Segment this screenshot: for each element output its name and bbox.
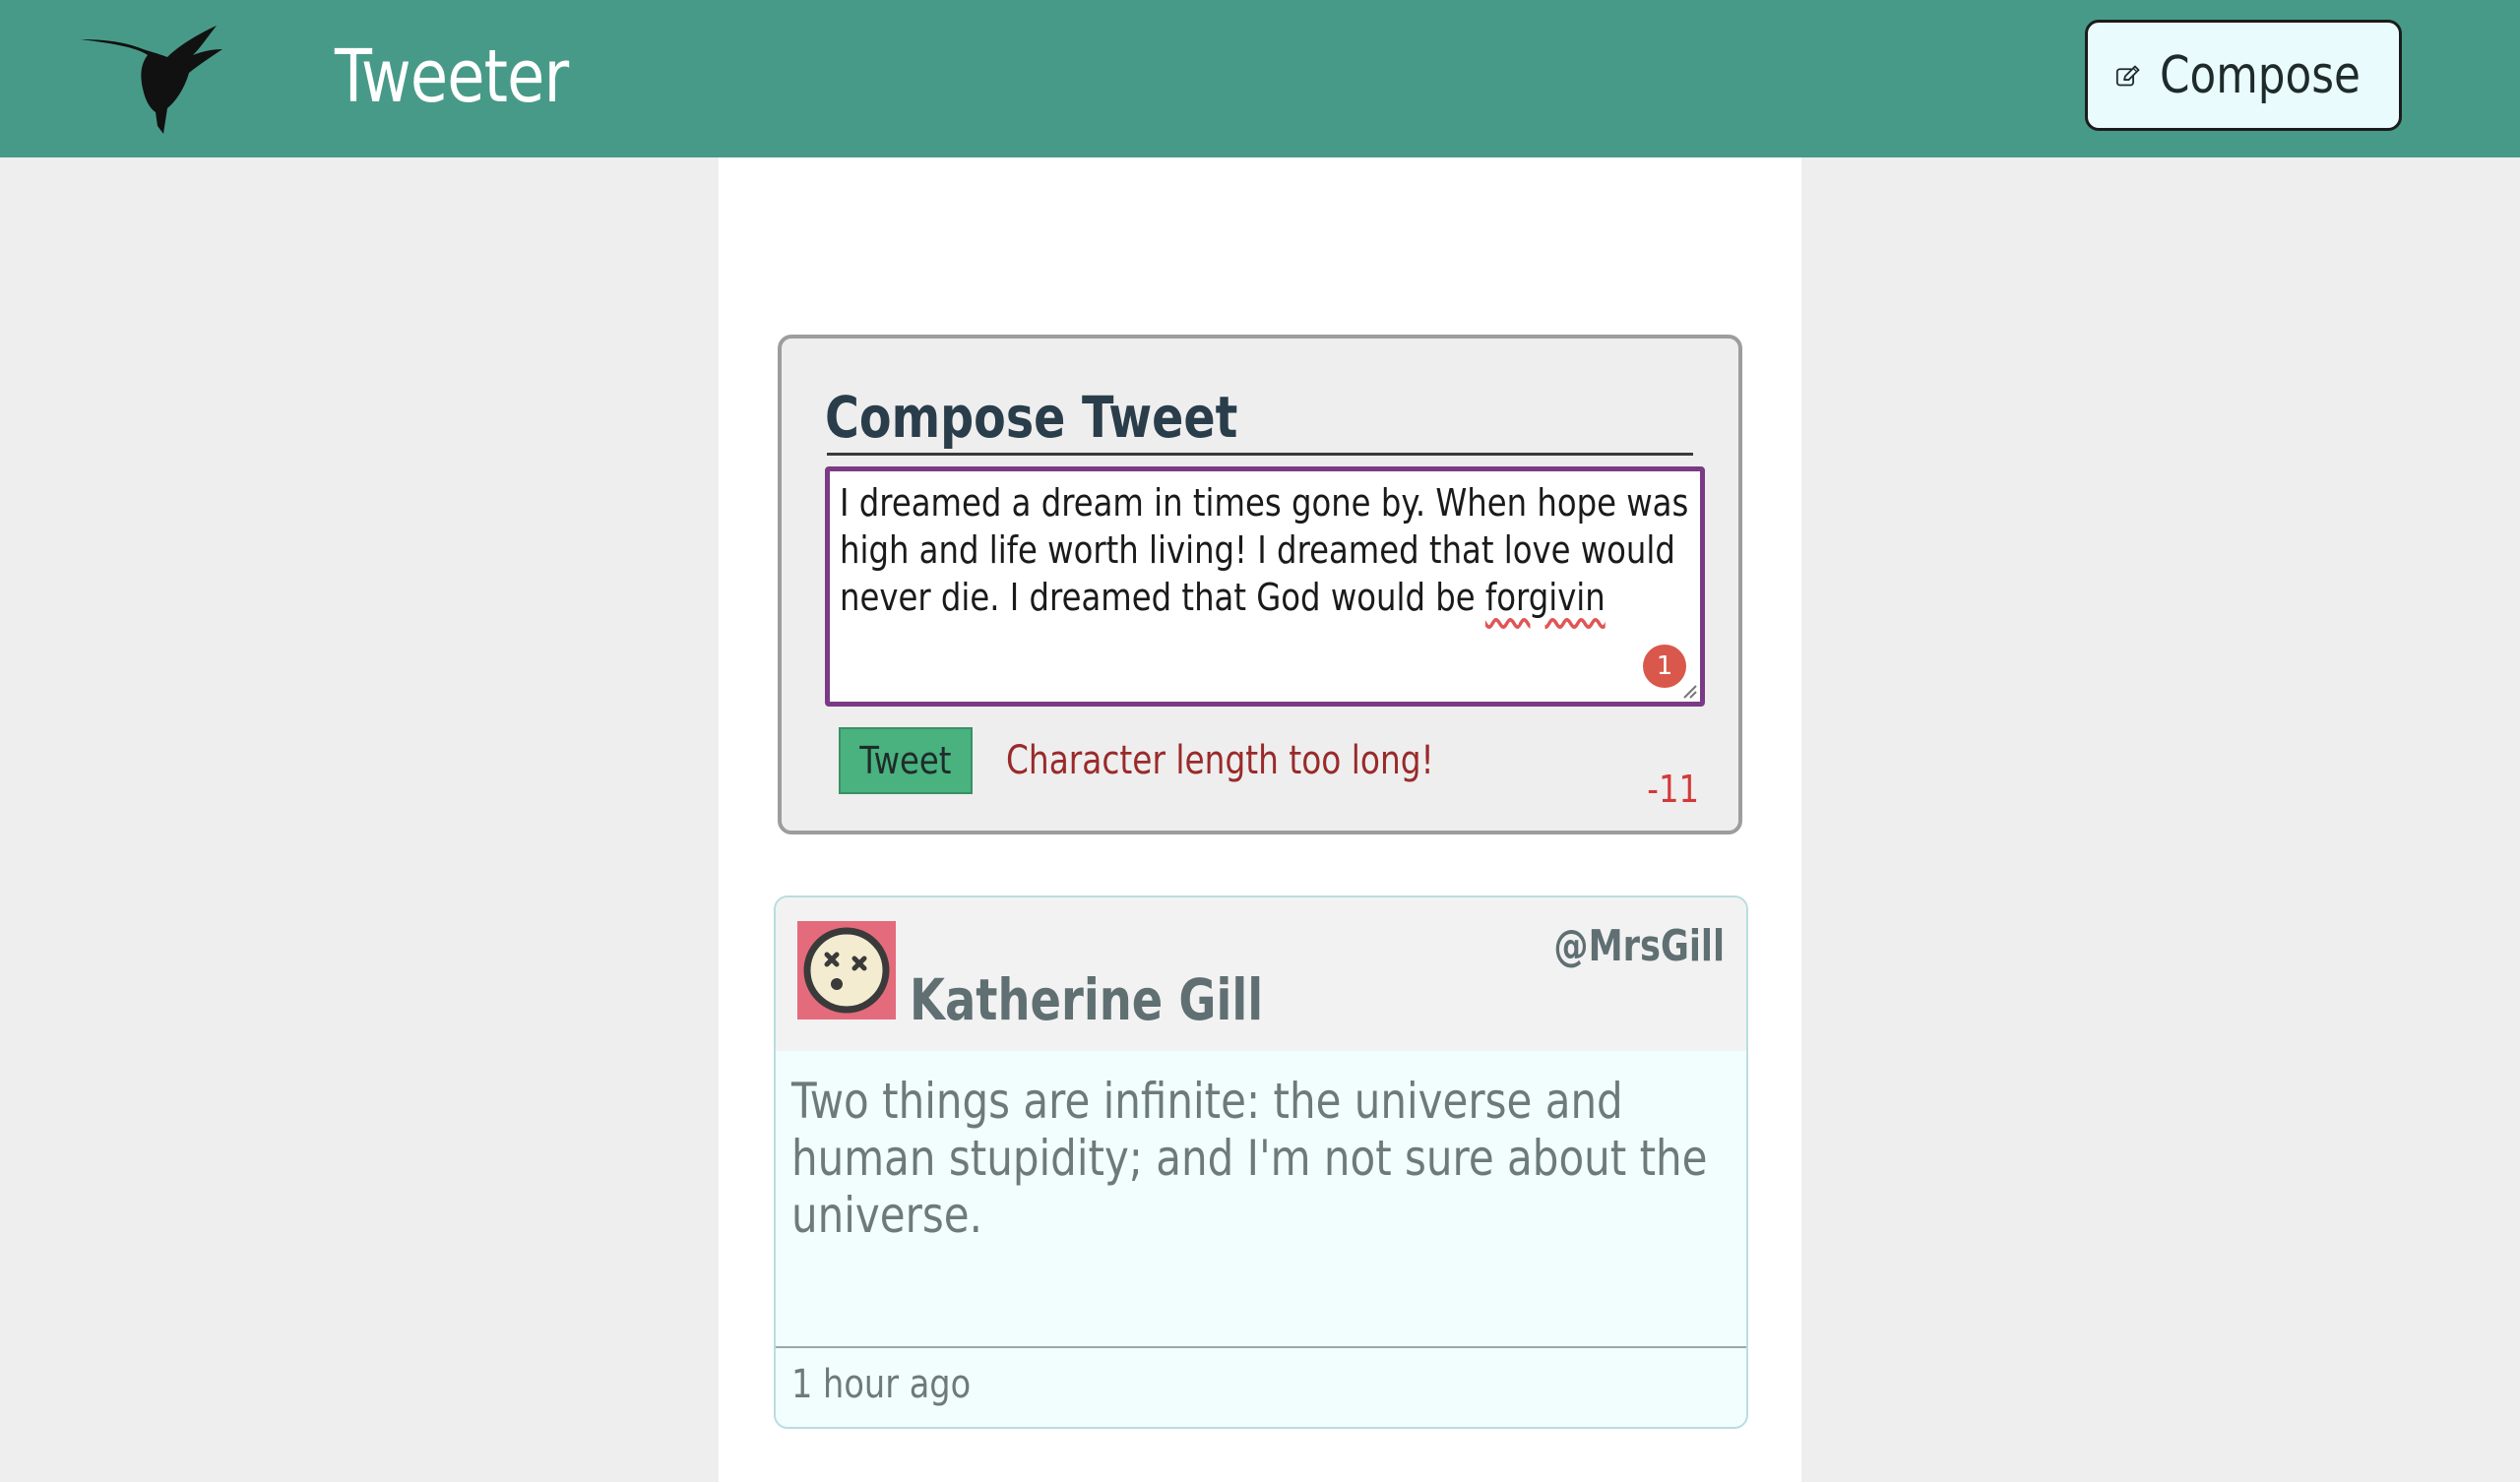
hummingbird-logo-icon (81, 26, 222, 134)
edit-pencil-icon (2115, 65, 2140, 86)
tweet-header: Katherine Gill @MrsGill (776, 897, 1746, 1051)
error-message: Character length too long! (1006, 738, 1434, 783)
compose-tweet-panel: Compose Tweet I dreamed a dream in times… (778, 335, 1742, 834)
character-counter: -11 (1647, 768, 1699, 811)
tweet-submit-button[interactable]: Tweet (839, 727, 973, 794)
brand[interactable]: Tweeter (79, 18, 613, 136)
compose-title: Compose Tweet (825, 384, 1238, 451)
top-navbar: Tweeter Compose (0, 0, 2520, 157)
compose-button-label: Compose (2160, 45, 2362, 105)
author-name: Katherine Gill (910, 966, 1264, 1033)
author-handle[interactable]: @MrsGill (1553, 921, 1725, 971)
tweet-timestamp: 1 hour ago (791, 1362, 972, 1407)
tweet-footer: 1 hour ago (776, 1346, 1746, 1427)
tweet-textarea[interactable]: I dreamed a dream in times gone by. When… (825, 466, 1705, 707)
tweet-content: Two things are infinite: the universe an… (791, 1073, 1708, 1244)
compose-toggle-button[interactable]: Compose (2085, 20, 2402, 131)
dizzy-face-avatar-icon (797, 921, 896, 1019)
main-column: Compose Tweet I dreamed a dream in times… (719, 157, 1801, 1482)
title-divider (827, 453, 1693, 456)
resize-handle-icon[interactable] (1680, 682, 1698, 700)
app-name: Tweeter (335, 34, 569, 119)
tweet-text-content: I dreamed a dream in times gone by. When… (840, 479, 1693, 621)
tweet-button-label: Tweet (859, 739, 952, 782)
misspelled-word[interactable]: forgivin (1485, 576, 1606, 619)
tweet-card: Katherine Gill @MrsGill Two things are i… (774, 895, 1748, 1429)
